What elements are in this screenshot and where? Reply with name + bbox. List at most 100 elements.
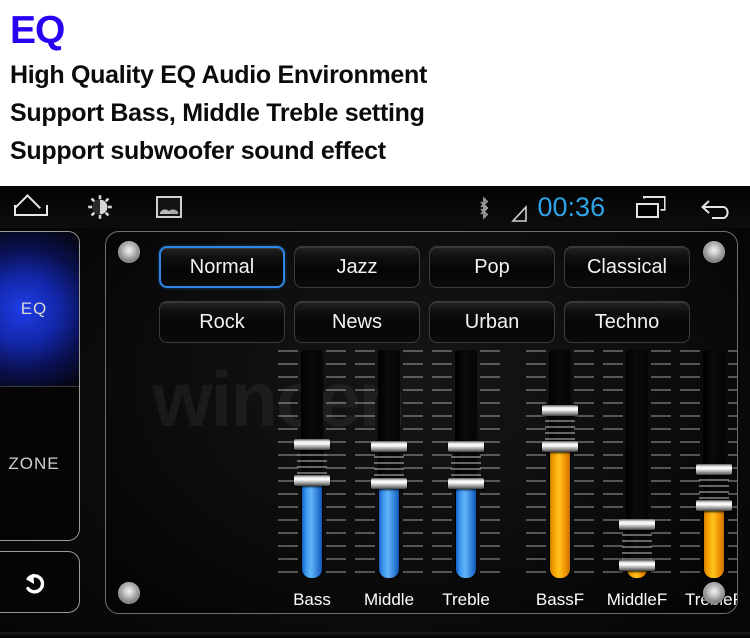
- preset-button-pop[interactable]: Pop: [429, 246, 555, 288]
- slider-group: Bass Middle Treble BassF MiddleF TrebleF: [106, 350, 737, 610]
- screw-top-left: [118, 241, 140, 263]
- slider-label: MiddleF: [606, 590, 668, 609]
- slider-handle-lower[interactable]: [696, 500, 732, 512]
- slider-treble[interactable]: Treble: [428, 350, 504, 610]
- slider-bassf[interactable]: BassF: [522, 350, 598, 610]
- preset-grid: Normal Jazz Pop Classical Rock News Urban Techn…: [159, 246, 690, 343]
- slider-handle-upper[interactable]: [371, 441, 407, 453]
- preset-button-label: Rock: [199, 310, 245, 333]
- slider-handle-upper[interactable]: [448, 441, 484, 453]
- sidebar-item-eq[interactable]: EQ: [0, 232, 79, 386]
- preset-button-news[interactable]: News: [294, 301, 420, 343]
- slider-grip: [699, 473, 729, 502]
- slider-label: Middle: [363, 590, 415, 609]
- slider-grip: [545, 413, 575, 443]
- page-title: EQ: [10, 9, 65, 52]
- slider-track-area[interactable]: [599, 350, 675, 578]
- slider-ticks-right: [574, 350, 594, 578]
- brightness-icon: [87, 194, 113, 220]
- signal-status: [511, 186, 533, 228]
- preset-button-label: Normal: [189, 255, 255, 278]
- slider-handle-lower[interactable]: [542, 441, 578, 453]
- preset-button-normal[interactable]: Normal: [159, 246, 285, 288]
- signal-icon: [511, 198, 529, 222]
- wallpaper-button[interactable]: [137, 186, 201, 228]
- bluetooth-status: [477, 186, 507, 228]
- preset-button-label: Jazz: [336, 255, 378, 278]
- preset-button-label: Pop: [474, 255, 510, 278]
- slider-grip: [451, 450, 481, 479]
- slider-fill: [456, 477, 476, 578]
- clock: 00:36: [537, 192, 606, 222]
- slider-label: Treble: [442, 590, 490, 609]
- sidebar-item-zone-label: ZONE: [8, 453, 60, 473]
- marketing-header: EQ High Quality EQ Audio Environment Sup…: [0, 0, 750, 186]
- slider-ticks-left: [526, 350, 546, 578]
- preset-button-jazz[interactable]: Jazz: [294, 246, 420, 288]
- screw-bottom-left: [118, 582, 140, 604]
- slider-label: BassF: [535, 590, 585, 609]
- eq-panel: wincen NormalJazzPopClassicalRockNewsUrb…: [105, 231, 738, 614]
- preset-button-label: Classical: [586, 255, 668, 278]
- status-bar: 00:36: [0, 186, 750, 229]
- feature-line-2: Support Bass, Middle Treble setting: [10, 99, 425, 127]
- slider-middle[interactable]: Middle: [351, 350, 427, 610]
- slider-middlef[interactable]: MiddleF: [599, 350, 675, 610]
- slider-treblef[interactable]: TrebleF: [676, 350, 737, 610]
- slider-ticks-left: [278, 350, 298, 578]
- bluetooth-icon: [477, 195, 491, 220]
- slider-handle-upper[interactable]: [619, 518, 655, 530]
- slider-fill: [704, 500, 724, 578]
- device-screen: 00:36 EQ ZONE Normal Jazz Pop Classical …: [0, 186, 750, 638]
- slider-ticks-right: [326, 350, 346, 578]
- feature-line-1: High Quality EQ Audio Environment: [10, 61, 427, 89]
- slider-grip: [374, 450, 404, 479]
- slider-track-area[interactable]: [274, 350, 350, 578]
- status-bar-left-group: [0, 186, 201, 228]
- slider-ticks-left: [432, 350, 452, 578]
- back-button-statusbar[interactable]: [670, 186, 750, 228]
- slider-handle-lower[interactable]: [371, 477, 407, 489]
- slider-handle-lower[interactable]: [619, 559, 655, 571]
- preset-button-techno[interactable]: Techno: [564, 301, 690, 343]
- slider-handle-lower[interactable]: [294, 475, 330, 487]
- preset-button-label: Urban: [464, 310, 520, 333]
- wallpaper-icon: [155, 195, 182, 218]
- screw-top-right: [703, 241, 725, 263]
- brightness-button[interactable]: [68, 186, 132, 228]
- slider-grip: [297, 447, 327, 477]
- device-bottom-edge: [0, 632, 750, 638]
- slider-ticks-right: [651, 350, 671, 578]
- slider-track-area[interactable]: [676, 350, 737, 578]
- undo-arrow-icon: [19, 567, 49, 597]
- slider-bass[interactable]: Bass: [274, 350, 350, 610]
- back-button[interactable]: [0, 551, 80, 613]
- status-bar-right-group: 00:36: [477, 186, 750, 228]
- recent-apps-icon: [635, 196, 666, 218]
- feature-line-3: Support subwoofer sound effect: [10, 137, 386, 165]
- preset-button-classical[interactable]: Classical: [564, 246, 690, 288]
- eq-screen-body: EQ ZONE wincen NormalJazzPopClassicalRoc…: [0, 228, 750, 638]
- preset-button-rock[interactable]: Rock: [159, 301, 285, 343]
- slider-fill: [550, 441, 570, 578]
- home-button[interactable]: [0, 186, 64, 228]
- home-icon: [14, 198, 50, 216]
- recent-apps-button[interactable]: [610, 186, 666, 228]
- slider-handle-upper[interactable]: [542, 404, 578, 416]
- slider-ticks-right: [480, 350, 500, 578]
- preset-button-urban[interactable]: Urban: [429, 301, 555, 343]
- sidebar-item-eq-label: EQ: [20, 299, 48, 318]
- sidebar-item-zone[interactable]: ZONE: [0, 386, 79, 540]
- slider-ticks-right: [403, 350, 423, 578]
- slider-ticks-left: [603, 350, 623, 578]
- slider-track-area[interactable]: [351, 350, 427, 578]
- slider-fill: [379, 477, 399, 578]
- slider-track-area[interactable]: [522, 350, 598, 578]
- slider-handle-upper[interactable]: [696, 464, 732, 475]
- slider-ticks-left: [355, 350, 375, 578]
- slider-handle-upper[interactable]: [294, 438, 330, 450]
- slider-track-area[interactable]: [428, 350, 504, 578]
- screw-bottom-right: [703, 582, 725, 604]
- slider-handle-lower[interactable]: [448, 477, 484, 489]
- slider-label: Bass: [293, 590, 331, 609]
